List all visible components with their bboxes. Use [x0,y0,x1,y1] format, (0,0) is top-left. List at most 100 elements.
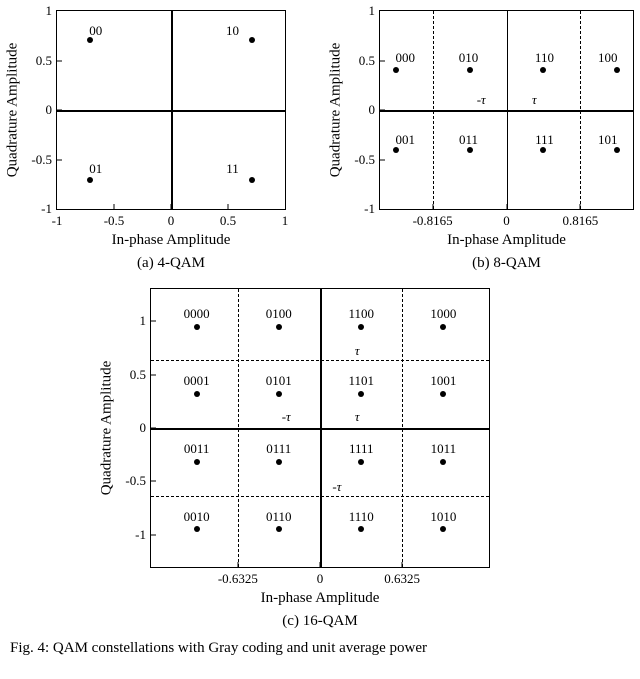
x-tick: 0 [503,213,510,229]
y-tick: -0.5 [125,473,146,489]
decision-boundary [151,360,489,361]
y-tick: 1 [46,3,53,19]
constellation-point [358,459,364,465]
x-axis-label: In-phase Amplitude [261,590,380,607]
constellation-point [249,37,255,43]
y-axis-label: Quadrature Amplitude [328,43,345,178]
gray-code-label: 0100 [266,306,292,322]
figure-caption: Fig. 4: QAM constellations with Gray cod… [6,640,634,657]
x-tick: -0.5 [104,213,125,229]
constellation-point [276,526,282,532]
x-axis-label: In-phase Amplitude [447,232,566,249]
y-tick: 0 [46,102,53,118]
gray-code-label: 0111 [266,441,291,457]
y-tick: 0.5 [36,53,52,69]
constellation-point [440,391,446,397]
y-tick: 0 [140,420,147,436]
plot-4qam: Quadrature Amplitude 00 10 01 11 -1 -0.5… [56,10,286,210]
gray-code-label: 1010 [430,509,456,525]
gray-code-label: 011 [459,132,478,148]
gray-code-label: 00 [89,23,102,39]
tau-label-neg: -τ [282,409,291,425]
x-tick: 0.6325 [384,571,420,587]
gray-code-label: 0101 [266,373,292,389]
gray-code-label: 0001 [184,373,210,389]
y-tick: 0.5 [130,367,146,383]
constellation-point [276,391,282,397]
decision-boundary [151,496,489,497]
constellation-point [467,147,473,153]
gray-code-label: 0011 [184,441,210,457]
gray-code-label: 11 [226,161,239,177]
subcaption-16qam: (c) 16-QAM [282,613,357,630]
constellation-point [194,324,200,330]
gray-code-label: 1110 [349,509,374,525]
constellation-point [276,324,282,330]
constellation-point [440,324,446,330]
decision-boundary [238,289,239,567]
y-tick: -1 [41,201,52,217]
y-tick: 0 [369,102,376,118]
y-axis-label: Quadrature Amplitude [5,43,22,178]
bottom-row: Quadrature Amplitude τ τ -τ -τ 0000 0100… [6,288,634,630]
x-axis-label: In-phase Amplitude [112,232,231,249]
gray-code-label: 01 [89,161,102,177]
gray-code-label: 1000 [430,306,456,322]
zero-axis-horizontal [57,110,285,112]
gray-code-label: 1111 [349,441,374,457]
zero-axis-horizontal [151,428,489,430]
panel-16qam: Quadrature Amplitude τ τ -τ -τ 0000 0100… [150,288,490,630]
gray-code-label: 0110 [266,509,292,525]
constellation-point [194,391,200,397]
y-tick: -1 [135,527,146,543]
gray-code-label: 0010 [184,509,210,525]
top-row: Quadrature Amplitude 00 10 01 11 -1 -0.5… [6,10,634,272]
x-tick: 0 [168,213,175,229]
panel-4qam: Quadrature Amplitude 00 10 01 11 -1 -0.5… [56,10,286,272]
decision-boundary [402,289,403,567]
x-tick: -0.6325 [218,571,258,587]
constellation-point [358,526,364,532]
decision-boundary [433,11,434,209]
x-tick: -0.8165 [413,213,453,229]
x-tick: 1 [282,213,289,229]
constellation-point [467,67,473,73]
constellation-point [358,391,364,397]
tau-label-pos: τ [532,92,537,108]
y-tick: 0.5 [359,53,375,69]
y-tick: -0.5 [31,152,52,168]
x-tick: 0.8165 [563,213,599,229]
constellation-point [440,459,446,465]
constellation-point [614,67,620,73]
constellation-point [393,67,399,73]
y-tick: -1 [364,201,375,217]
constellation-point [249,177,255,183]
gray-code-label: 111 [535,132,554,148]
constellation-point [614,147,620,153]
gray-code-label: 110 [535,50,554,66]
decision-boundary [580,11,581,209]
x-tick: 0.5 [220,213,236,229]
tau-label-pos: τ [355,409,360,425]
panel-8qam: Quadrature Amplitude -τ τ 000 010 110 10… [379,10,634,272]
gray-code-label: 0000 [184,306,210,322]
y-tick: 1 [369,3,376,19]
gray-code-label: 000 [396,50,416,66]
constellation-point [358,324,364,330]
subcaption-4qam: (a) 4-QAM [137,255,205,272]
y-tick: -0.5 [354,152,375,168]
x-tick: 0 [317,571,324,587]
x-tick: -1 [52,213,63,229]
y-tick: 1 [140,313,147,329]
constellation-point [440,526,446,532]
subcaption-8qam: (b) 8-QAM [472,255,541,272]
gray-code-label: 101 [598,132,618,148]
plot-16qam: Quadrature Amplitude τ τ -τ -τ 0000 0100… [150,288,490,568]
gray-code-label: 1100 [348,306,374,322]
constellation-point [540,67,546,73]
gray-code-label: 1101 [348,373,374,389]
gray-code-label: 1011 [431,441,457,457]
constellation-point [87,177,93,183]
tau-label-neg: -τ [477,92,486,108]
constellation-point [540,147,546,153]
